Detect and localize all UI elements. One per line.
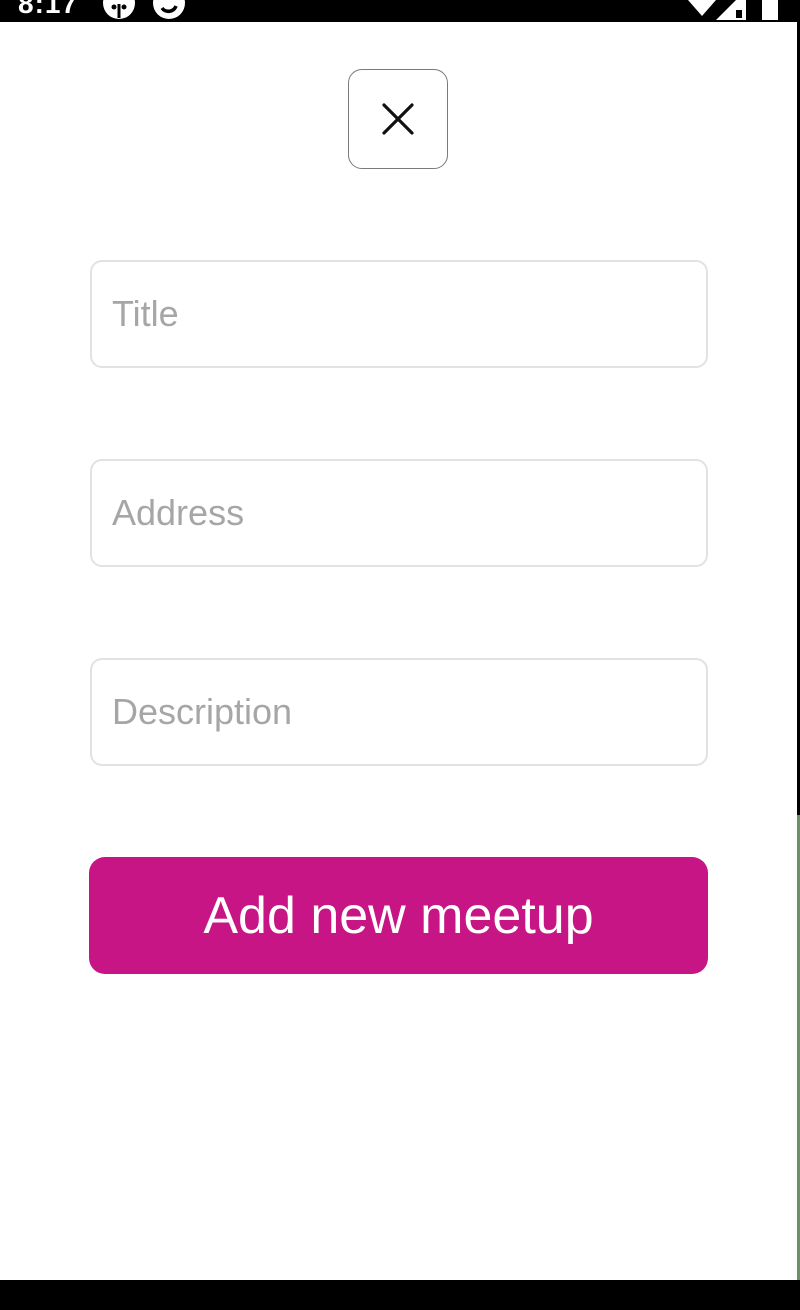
android-debug-icon bbox=[103, 0, 135, 19]
close-button[interactable] bbox=[348, 69, 448, 169]
add-meetup-button-label: Add new meetup bbox=[203, 886, 594, 945]
add-meetup-button[interactable]: Add new meetup bbox=[89, 857, 708, 974]
status-time: 8:17 bbox=[18, 0, 79, 19]
close-icon bbox=[382, 103, 414, 135]
sync-icon bbox=[153, 0, 185, 19]
status-bar: 8:17 bbox=[0, 0, 800, 22]
description-input[interactable] bbox=[90, 658, 708, 766]
signal-icon bbox=[716, 0, 746, 20]
navigation-bar bbox=[0, 1280, 800, 1310]
wifi-icon bbox=[688, 0, 716, 16]
address-input[interactable] bbox=[90, 459, 708, 567]
battery-icon bbox=[762, 0, 778, 20]
title-input[interactable] bbox=[90, 260, 708, 368]
add-meetup-screen: 8:17 Title Address Description Add new m… bbox=[0, 0, 800, 1310]
